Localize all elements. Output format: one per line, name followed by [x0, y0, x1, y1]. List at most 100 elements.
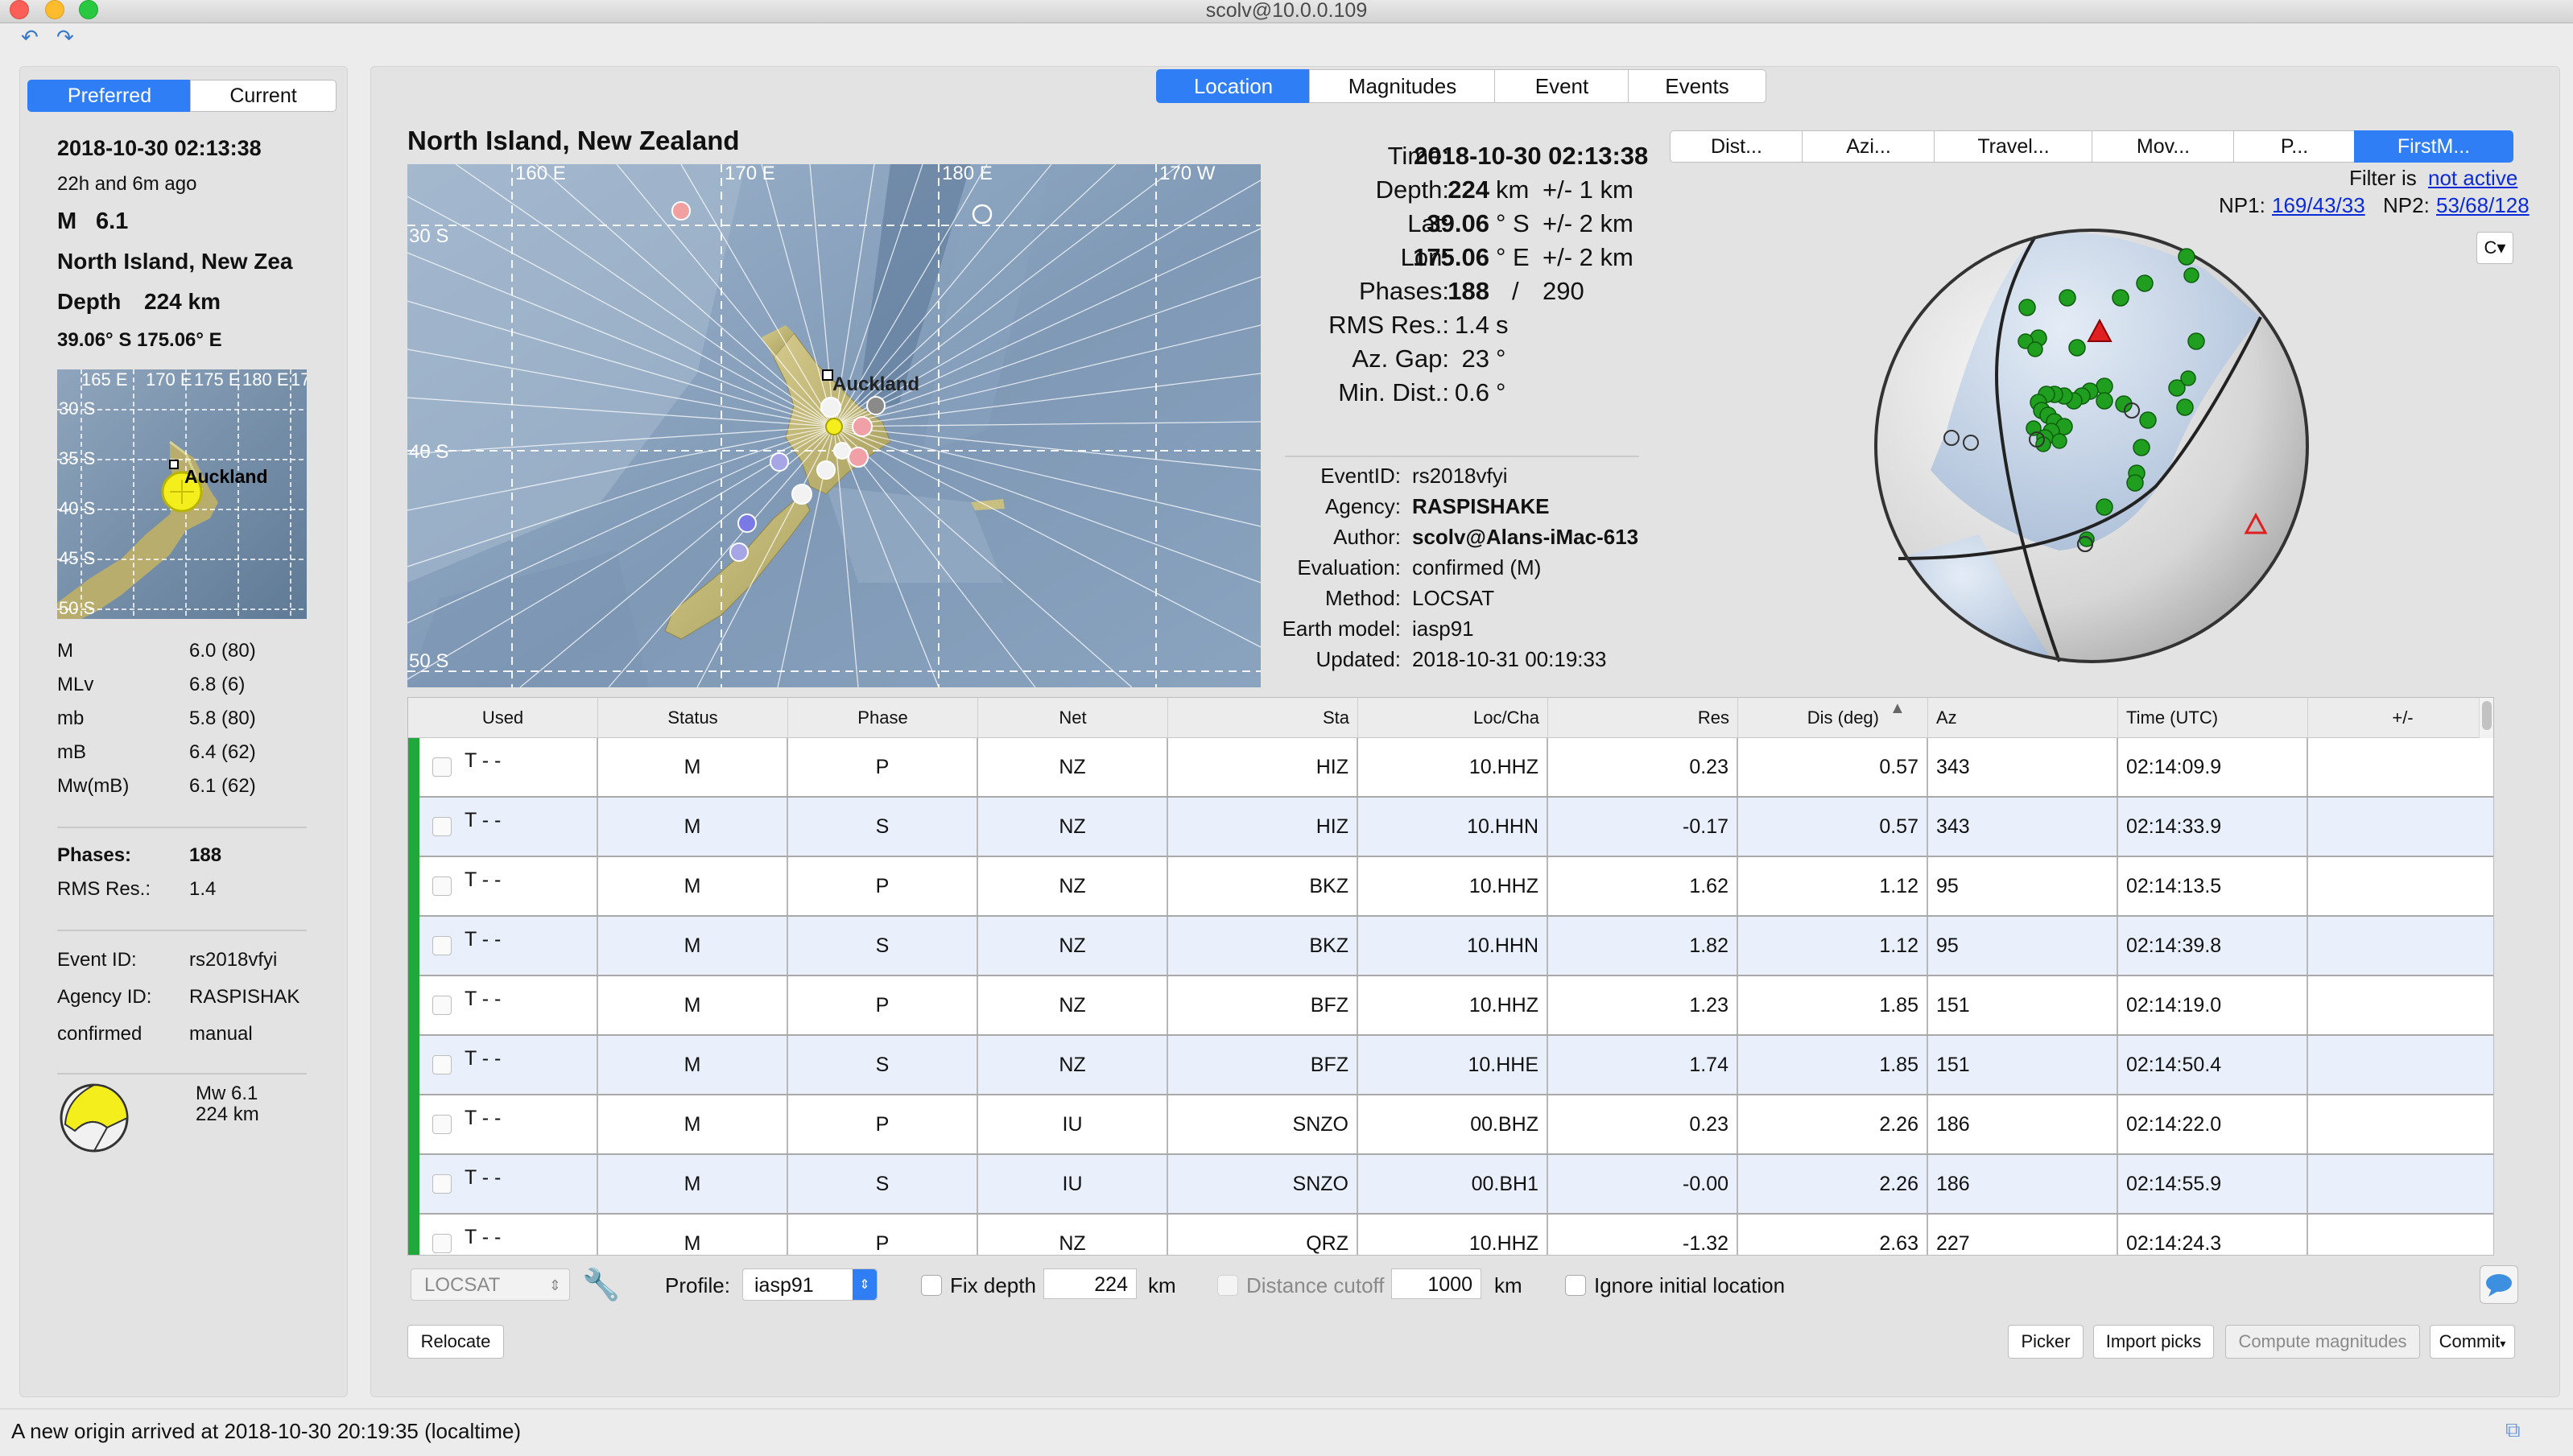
- column-header[interactable]: Az: [1928, 698, 2118, 738]
- used-cell[interactable]: T - -: [408, 917, 598, 975]
- minimap-lat-label: 35 S: [59, 448, 96, 468]
- tab-current[interactable]: Current: [190, 80, 337, 112]
- divider: [57, 827, 307, 828]
- tab-location[interactable]: Location: [1156, 69, 1311, 103]
- status-cell: M: [598, 1215, 788, 1255]
- tab-polar-plot[interactable]: P...: [2233, 130, 2356, 163]
- column-header[interactable]: Status: [598, 698, 788, 738]
- used-checkbox[interactable]: [432, 876, 452, 896]
- event-map[interactable]: 160 E 170 E 180 E 170 W 30 S 40 S 50 S A…: [407, 164, 1261, 687]
- first-motion-plot[interactable]: [1866, 221, 2317, 671]
- time-cell: 02:14:19.0: [2118, 976, 2308, 1034]
- phases-used: 188: [1448, 277, 1489, 305]
- profile-select[interactable]: iasp91 ⇕: [742, 1268, 878, 1301]
- az-cell: 151: [1928, 1036, 2118, 1094]
- table-row[interactable]: T - - M P NZ QRZ 10.HHZ -1.32 2.63 227 02:14:24.3: [408, 1215, 2493, 1255]
- phase-cell: S: [788, 1155, 978, 1213]
- np1-link[interactable]: 169/43/33: [2272, 193, 2365, 218]
- used-flags: T - -: [465, 749, 502, 772]
- distance-cutoff-input[interactable]: 1000: [1391, 1268, 1481, 1299]
- mini-map[interactable]: 165 E 170 E 175 E 180 E 17 30 S 35 S 40 …: [57, 369, 307, 619]
- column-header[interactable]: Sta: [1168, 698, 1358, 738]
- column-header[interactable]: +/-: [2308, 698, 2493, 738]
- tab-events[interactable]: Events: [1628, 69, 1766, 103]
- fix-depth-checkbox[interactable]: [921, 1275, 942, 1296]
- tab-event[interactable]: Event: [1494, 69, 1629, 103]
- tab-magnitudes[interactable]: Magnitudes: [1309, 69, 1496, 103]
- table-row[interactable]: T - - M P NZ HIZ 10.HHZ 0.23 0.57 343 02:14:09.9: [408, 738, 2493, 798]
- used-cell[interactable]: T - -: [408, 1215, 598, 1255]
- ignore-initial-location-checkbox[interactable]: [1565, 1275, 1586, 1296]
- import-picks-button[interactable]: Import picks: [2093, 1325, 2214, 1359]
- tab-moveout-plot[interactable]: Mov...: [2092, 130, 2235, 163]
- wrench-icon[interactable]: 🔧: [581, 1265, 622, 1305]
- used-checkbox[interactable]: [432, 1174, 452, 1194]
- table-row[interactable]: T - - M S IU SNZO 00.BH1 -0.00 2.26 186 02:14:55.…: [408, 1155, 2493, 1215]
- commit-button[interactable]: Commit▾: [2430, 1325, 2515, 1359]
- relocate-button[interactable]: Relocate: [407, 1325, 504, 1359]
- tab-preferred[interactable]: Preferred: [27, 80, 192, 112]
- map-lat-label: 50 S: [409, 650, 449, 672]
- az-cell: 343: [1928, 798, 2118, 856]
- used-cell[interactable]: T - -: [408, 798, 598, 856]
- phases-label: Phases:: [57, 844, 132, 866]
- locator-select[interactable]: LOCSAT ⇕: [411, 1268, 570, 1301]
- minimap-lat-label: 40 S: [59, 498, 96, 518]
- used-cell[interactable]: T - -: [408, 1036, 598, 1094]
- agency-id-value: RASPISHAK: [189, 986, 300, 1008]
- column-header[interactable]: Loc/Cha: [1358, 698, 1548, 738]
- table-row[interactable]: T - - M S NZ BKZ 10.HHN 1.82 1.12 95 02:14:39.8: [408, 917, 2493, 976]
- tab-distance-plot[interactable]: Dist...: [1670, 130, 1803, 163]
- column-header[interactable]: Phase: [788, 698, 978, 738]
- fix-depth-input[interactable]: 224: [1043, 1268, 1137, 1299]
- distance-cutoff-checkbox[interactable]: [1217, 1275, 1238, 1296]
- net-cell: NZ: [978, 917, 1168, 975]
- dis-cell: 1.12: [1738, 857, 1928, 915]
- table-row[interactable]: T - - M P NZ BKZ 10.HHZ 1.62 1.12 95 02:14:13.5: [408, 857, 2493, 917]
- table-row[interactable]: T - - M P NZ BFZ 10.HHZ 1.23 1.85 151 02:14:19.0: [408, 976, 2493, 1036]
- used-checkbox[interactable]: [432, 1115, 452, 1134]
- scrollbar-thumb[interactable]: [2482, 701, 2492, 730]
- longitude-value: 175.06: [1413, 243, 1489, 271]
- undo-icon[interactable]: ↶: [21, 25, 39, 50]
- table-row[interactable]: T - - M S NZ HIZ 10.HHN -0.17 0.57 343 02:14:33.9: [408, 798, 2493, 857]
- used-cell[interactable]: T - -: [408, 857, 598, 915]
- table-row[interactable]: T - - M S NZ BFZ 10.HHE 1.74 1.85 151 02:14:50.4: [408, 1036, 2493, 1095]
- column-header[interactable]: Used: [408, 698, 598, 738]
- time-cell: 02:14:39.8: [2118, 917, 2308, 975]
- column-header[interactable]: Time (UTC): [2118, 698, 2308, 738]
- used-checkbox[interactable]: [432, 996, 452, 1015]
- resize-grip-icon[interactable]: ⧉: [2505, 1417, 2533, 1445]
- arrival-table[interactable]: Used Status Phase Net Sta Loc/Cha Res Di…: [407, 697, 2494, 1256]
- used-cell[interactable]: T - -: [408, 1095, 598, 1153]
- used-checkbox[interactable]: [432, 1234, 452, 1253]
- filter-status-link[interactable]: not active: [2428, 166, 2517, 191]
- chat-icon[interactable]: [2480, 1265, 2518, 1304]
- uncertainty-cell: [2308, 1155, 2493, 1213]
- used-cell[interactable]: T - -: [408, 976, 598, 1034]
- loccha-cell: 10.HHZ: [1358, 857, 1548, 915]
- time-cell: 02:14:09.9: [2118, 738, 2308, 796]
- picker-button[interactable]: Picker: [2008, 1325, 2084, 1359]
- column-header[interactable]: Net: [978, 698, 1168, 738]
- tab-traveltime-plot[interactable]: Travel...: [1934, 130, 2093, 163]
- used-checkbox[interactable]: [432, 1055, 452, 1074]
- used-cell[interactable]: T - -: [408, 1155, 598, 1213]
- redo-icon[interactable]: ↷: [56, 25, 74, 50]
- compute-magnitudes-button[interactable]: Compute magnitudes: [2225, 1325, 2420, 1359]
- used-checkbox[interactable]: [432, 817, 452, 836]
- tab-first-motion-plot[interactable]: FirstM...: [2354, 130, 2513, 163]
- settings-icon[interactable]: C▾: [2476, 232, 2513, 264]
- used-cell[interactable]: T - -: [408, 738, 598, 796]
- sta-cell: BKZ: [1168, 917, 1358, 975]
- mag-type: MLv: [57, 674, 94, 695]
- tab-azimuth-plot[interactable]: Azi...: [1802, 130, 1935, 163]
- used-checkbox[interactable]: [432, 757, 452, 777]
- time-value: 2018-10-30 02:13:38: [1414, 142, 1649, 170]
- used-checkbox[interactable]: [432, 936, 452, 955]
- uncertainty-cell: [2308, 738, 2493, 796]
- np2-link[interactable]: 53/68/128: [2436, 193, 2530, 218]
- column-header[interactable]: Res: [1548, 698, 1738, 738]
- table-row[interactable]: T - - M P IU SNZO 00.BHZ 0.23 2.26 186 02:14:22.0: [408, 1095, 2493, 1155]
- mag-value: 5.8 (80): [189, 707, 256, 729]
